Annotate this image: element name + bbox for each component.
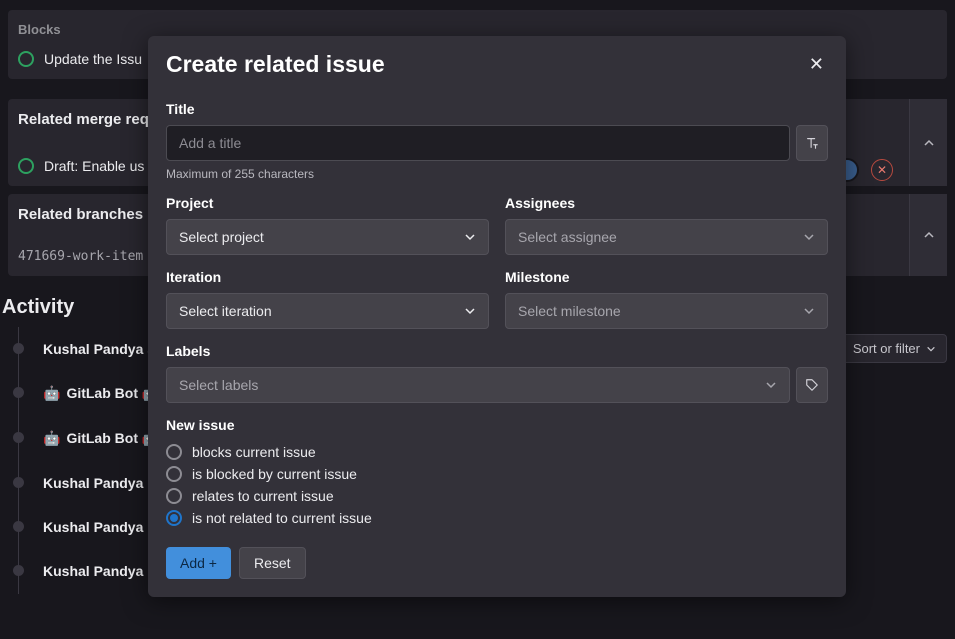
- chevron-up-icon: [923, 137, 935, 149]
- assignees-select[interactable]: Select assignee: [505, 219, 828, 255]
- radio-icon: [166, 488, 182, 504]
- assignees-label: Assignees: [505, 195, 828, 211]
- milestone-value: Select milestone: [518, 303, 621, 319]
- project-label: Project: [166, 195, 489, 211]
- radio-icon: [166, 510, 182, 526]
- reset-button[interactable]: Reset: [239, 547, 306, 579]
- iteration-value: Select iteration: [179, 303, 272, 319]
- chevron-up-icon: [923, 229, 935, 241]
- chevron-down-icon: [464, 231, 476, 243]
- close-button[interactable]: ✕: [805, 50, 828, 79]
- radio-icon: [166, 444, 182, 460]
- text-format-icon: [805, 136, 819, 150]
- assignees-value: Select assignee: [518, 229, 617, 245]
- title-help-text: Maximum of 255 characters: [166, 167, 828, 181]
- modal-title: Create related issue: [166, 51, 385, 78]
- labels-label: Labels: [166, 343, 828, 359]
- radio-blocked-by[interactable]: is blocked by current issue: [166, 463, 828, 485]
- labels-value: Select labels: [179, 377, 258, 393]
- labels-select[interactable]: Select labels: [166, 367, 790, 403]
- project-value: Select project: [179, 229, 264, 245]
- radio-label: blocks current issue: [192, 444, 316, 460]
- tag-icon: [805, 378, 819, 392]
- radio-label: is not related to current issue: [192, 510, 372, 526]
- modal-header: Create related issue ✕: [148, 36, 846, 87]
- chevron-down-icon: [803, 231, 815, 243]
- radio-blocks[interactable]: blocks current issue: [166, 441, 828, 463]
- relation-radio-group: blocks current issue is blocked by curre…: [166, 441, 828, 529]
- labels-manage-button[interactable]: [796, 367, 828, 403]
- radio-label: relates to current issue: [192, 488, 334, 504]
- branch-name: 471669-work-item: [18, 249, 143, 264]
- project-select[interactable]: Select project: [166, 219, 489, 255]
- mr-item-title: Draft: Enable us: [44, 158, 144, 174]
- radio-not-related[interactable]: is not related to current issue: [166, 507, 828, 529]
- title-input[interactable]: [166, 125, 790, 161]
- radio-relates[interactable]: relates to current issue: [166, 485, 828, 507]
- add-button[interactable]: Add +: [166, 547, 231, 579]
- new-issue-label: New issue: [166, 417, 828, 433]
- create-related-issue-modal: Create related issue ✕ Title Maximum of …: [148, 36, 846, 597]
- remove-icon[interactable]: ✕: [871, 159, 893, 181]
- close-icon: ✕: [809, 54, 824, 74]
- radio-label: is blocked by current issue: [192, 466, 357, 482]
- iteration-select[interactable]: Select iteration: [166, 293, 489, 329]
- chevron-down-icon: [803, 305, 815, 317]
- collapse-toggle[interactable]: [909, 99, 947, 186]
- modal-body: Title Maximum of 255 characters Project …: [148, 87, 846, 597]
- text-format-button[interactable]: [796, 125, 828, 161]
- status-open-icon: [18, 51, 34, 67]
- milestone-select[interactable]: Select milestone: [505, 293, 828, 329]
- blocks-item-title: Update the Issu: [44, 51, 142, 67]
- title-label: Title: [166, 101, 828, 117]
- iteration-label: Iteration: [166, 269, 489, 285]
- chevron-down-icon: [464, 305, 476, 317]
- radio-icon: [166, 466, 182, 482]
- milestone-label: Milestone: [505, 269, 828, 285]
- chevron-down-icon: [765, 379, 777, 391]
- modal-actions: Add + Reset: [166, 547, 828, 579]
- blocks-heading: Blocks: [18, 22, 937, 37]
- collapse-toggle[interactable]: [909, 194, 947, 276]
- mr-open-icon: [18, 158, 34, 174]
